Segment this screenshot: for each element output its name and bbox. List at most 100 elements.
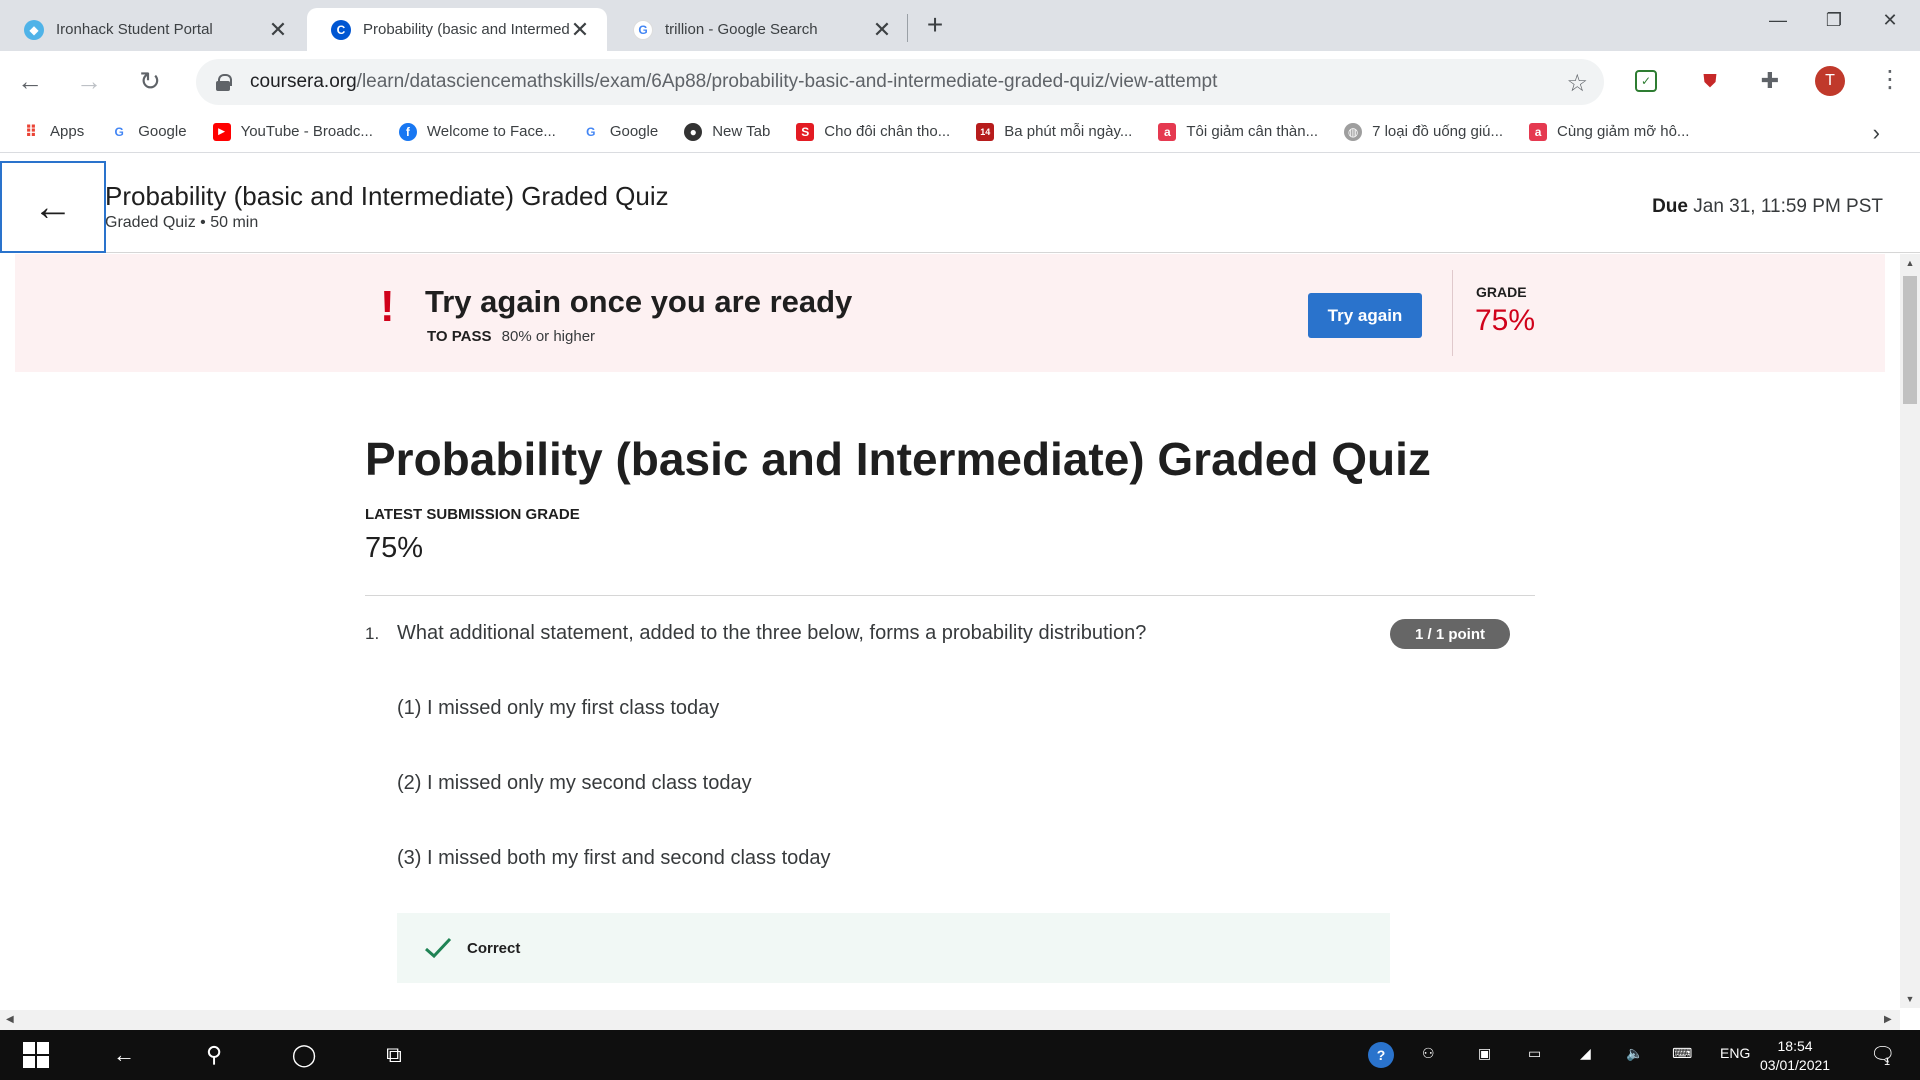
- scroll-left-icon[interactable]: ◀: [6, 1014, 14, 1025]
- retry-banner: ! Try again once you are ready TO PASS 8…: [15, 254, 1885, 372]
- statement-item: (1) I missed only my first class today: [397, 697, 720, 719]
- banner-message: Try again once you are ready: [425, 284, 853, 319]
- bookmark-facebook[interactable]: f Welcome to Face...: [398, 122, 556, 141]
- back-button[interactable]: ←: [0, 161, 106, 253]
- restore-icon[interactable]: ❐: [1806, 0, 1862, 40]
- google-icon: G: [110, 122, 129, 141]
- latest-grade-value: 75%: [365, 532, 424, 564]
- notifications-icon[interactable]: 🗨: [1870, 1042, 1895, 1067]
- bookmark-toi-giam-can[interactable]: a Tôi giảm cân thàn...: [1158, 122, 1319, 141]
- back-arrow-icon[interactable]: ←: [108, 1040, 140, 1070]
- due-label: Due: [1652, 196, 1688, 217]
- window-close-icon[interactable]: ✕: [1862, 0, 1918, 40]
- keyboard-icon[interactable]: ⌨: [1672, 1045, 1692, 1062]
- bookmark-label: Cùng giảm mỡ hô...: [1557, 123, 1690, 140]
- wifi-icon[interactable]: ◢: [1580, 1045, 1591, 1062]
- lock-icon[interactable]: [216, 74, 232, 91]
- language-indicator[interactable]: ENG: [1720, 1045, 1750, 1061]
- clock-date: 03/01/2021: [1760, 1057, 1831, 1073]
- tab-google-search[interactable]: G trillion - Google Search ✕: [609, 8, 909, 51]
- close-tab-icon[interactable]: ✕: [871, 17, 893, 42]
- bookmark-label: YouTube - Broadc...: [240, 123, 373, 140]
- people-icon[interactable]: ⚇: [1422, 1045, 1435, 1062]
- bookmark-label: Tôi giảm cân thàn...: [1186, 123, 1319, 140]
- extension-mcafee-icon[interactable]: ⛊: [1695, 66, 1725, 96]
- new-tab-button[interactable]: +: [920, 9, 950, 40]
- statement-item: (3) I missed both my first and second cl…: [397, 847, 831, 869]
- bookmark-label: Ba phút mỗi ngày...: [1004, 123, 1133, 140]
- bookmark-new-tab[interactable]: ● New Tab: [684, 122, 770, 141]
- pass-label: TO PASS: [427, 328, 492, 345]
- forward-arrow-icon[interactable]: →: [73, 65, 105, 97]
- browser-tab-strip: ◆ Ironhack Student Portal ✕ C Probabilit…: [0, 0, 1920, 51]
- try-again-button[interactable]: Try again: [1308, 293, 1422, 338]
- bookmark-label: 7 loại đồ uống giú...: [1372, 123, 1504, 140]
- clock-time: 18:54: [1777, 1038, 1813, 1054]
- vertical-scrollbar[interactable]: ▲ ▼: [1900, 254, 1920, 1008]
- battery-icon[interactable]: ▭: [1528, 1045, 1541, 1062]
- globe-icon: ◍: [1344, 122, 1363, 141]
- pass-value: 80% or higher: [501, 328, 596, 345]
- horizontal-scrollbar[interactable]: ◀ ▶: [0, 1010, 1900, 1030]
- tab-title: Probability (basic and Intermediate: [363, 21, 569, 38]
- bookmark-label: Apps: [50, 123, 85, 140]
- checkmark-icon: [425, 937, 452, 959]
- bookmark-youtube[interactable]: ▶ YouTube - Broadc...: [212, 122, 373, 141]
- help-icon[interactable]: ?: [1368, 1042, 1394, 1068]
- scroll-right-icon[interactable]: ▶: [1884, 1014, 1892, 1025]
- extension-shield-icon[interactable]: ✓: [1635, 70, 1657, 92]
- browser-toolbar: ← → ↻ coursera.org/learn/datasciencemath…: [0, 51, 1920, 111]
- system-clock[interactable]: 18:54 03/01/2021: [1760, 1037, 1830, 1075]
- bookmark-apps[interactable]: ⠿ Apps: [22, 123, 84, 141]
- scrollbar-thumb[interactable]: [1903, 276, 1917, 404]
- bookmark-cho-doi-chan[interactable]: S Cho đôi chân tho...: [796, 122, 950, 141]
- close-tab-icon[interactable]: ✕: [267, 17, 289, 42]
- cortana-circle-icon[interactable]: ◯: [288, 1040, 320, 1070]
- minimize-icon[interactable]: —: [1750, 0, 1806, 40]
- url-path: /learn/datasciencemathskills/exam/6Ap88/…: [356, 71, 1218, 92]
- bookmark-label: Google: [609, 123, 659, 140]
- due-value: Jan 31, 11:59 PM PST: [1693, 196, 1883, 217]
- volume-icon[interactable]: 🔈: [1626, 1045, 1643, 1062]
- windows-taskbar: ← ⚲ ◯ ⧉ ? ⚇ ▣ ▭ ◢ 🔈 ⌨ ENG 18:54 03/01/20…: [0, 1030, 1920, 1080]
- header-subtitle: Graded Quiz • 50 min: [105, 214, 259, 231]
- grade-label: GRADE: [1476, 284, 1527, 300]
- address-bar[interactable]: coursera.org/learn/datasciencemathskills…: [196, 59, 1604, 105]
- question-number: 1.: [365, 624, 380, 643]
- feedback-correct: Correct: [397, 913, 1390, 983]
- ironhack-icon: ◆: [24, 19, 44, 40]
- scroll-up-icon[interactable]: ▲: [1900, 258, 1920, 268]
- github-icon: ●: [684, 122, 703, 141]
- search-icon[interactable]: ⚲: [198, 1040, 230, 1070]
- google-icon: G: [581, 122, 600, 141]
- google-icon: G: [633, 19, 653, 40]
- tab-coursera-quiz[interactable]: C Probability (basic and Intermediate ✕: [307, 8, 607, 51]
- bookmark-google[interactable]: G Google: [110, 122, 187, 141]
- bookmark-google[interactable]: G Google: [581, 122, 659, 141]
- close-tab-icon[interactable]: ✕: [569, 17, 591, 42]
- bookmark-7-loai[interactable]: ◍ 7 loại đồ uống giú...: [1344, 122, 1504, 141]
- windows-start-icon[interactable]: [20, 1040, 52, 1070]
- tab-title: trillion - Google Search: [665, 21, 818, 38]
- exclamation-icon: !: [380, 282, 395, 331]
- reload-icon[interactable]: ↻: [134, 65, 166, 97]
- scroll-down-icon[interactable]: ▼: [1900, 994, 1920, 1004]
- latest-grade-label: LATEST SUBMISSION GRADE: [365, 506, 580, 523]
- tab-ironhack[interactable]: ◆ Ironhack Student Portal ✕: [0, 8, 305, 51]
- pass-requirement: TO PASS 80% or higher: [427, 328, 595, 345]
- back-arrow-icon[interactable]: ←: [14, 65, 46, 97]
- chevron-right-icon[interactable]: ›: [1873, 120, 1880, 146]
- bookmark-cung-giam-mo[interactable]: a Cùng giảm mỡ hô...: [1529, 122, 1690, 141]
- profile-avatar[interactable]: T: [1815, 66, 1845, 96]
- meet-now-icon[interactable]: ▣: [1478, 1045, 1491, 1062]
- bookmarks-bar: ⠿ Apps G Google ▶ YouTube - Broadc... f …: [0, 111, 1920, 153]
- task-view-icon[interactable]: ⧉: [378, 1040, 410, 1070]
- feedback-label: Correct: [467, 939, 521, 957]
- browser-menu-icon[interactable]: ⋮: [1878, 65, 1902, 94]
- bookmark-star-icon[interactable]: ☆: [1566, 69, 1588, 98]
- bookmark-ba-phut[interactable]: 14 Ba phút mỗi ngày...: [976, 122, 1133, 141]
- due-date: Due Jan 31, 11:59 PM PST: [1652, 196, 1883, 218]
- extensions-puzzle-icon[interactable]: ✚: [1755, 66, 1785, 96]
- s-brand-icon: S: [796, 122, 815, 141]
- section-divider: [365, 595, 1535, 596]
